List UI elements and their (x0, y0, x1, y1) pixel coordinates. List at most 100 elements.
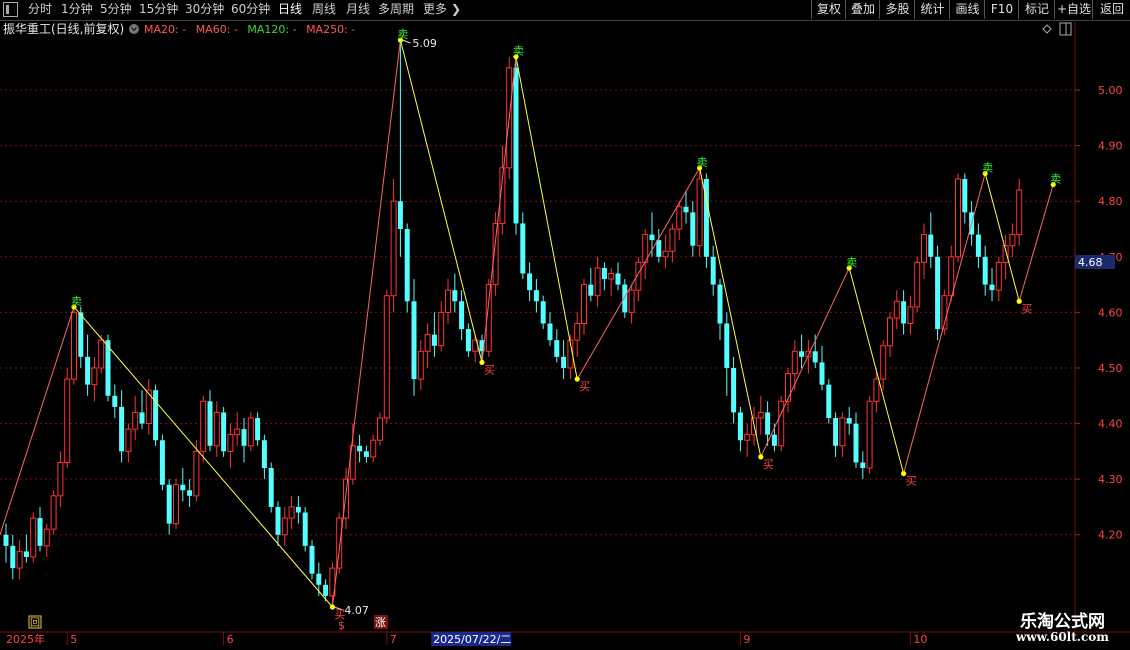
candle-body (1009, 234, 1016, 247)
buy-signal: 买 (1021, 302, 1032, 315)
candle-body (975, 234, 981, 257)
period-tab-6[interactable]: 日线 (278, 1, 302, 18)
period-tab-8[interactable]: 月线 (346, 1, 370, 18)
candle-body (452, 290, 458, 302)
candle-body (234, 428, 241, 436)
candle-body (377, 417, 383, 441)
candle-body (955, 178, 961, 258)
candle-body (316, 573, 322, 585)
candle-body (445, 289, 451, 313)
period-tab-3[interactable]: 15分钟 (139, 1, 178, 18)
buy-signal: 买 (579, 380, 590, 393)
chevron-right-icon[interactable]: ❯ (451, 1, 461, 18)
toolbar-button-5[interactable]: F10 (984, 0, 1019, 19)
toolbar-button-4[interactable]: 画线 (949, 0, 985, 19)
candle-body (799, 351, 805, 357)
candle-body (785, 373, 791, 402)
period-tab-2[interactable]: 5分钟 (100, 1, 132, 18)
candle-body (221, 412, 227, 452)
period-tab-5[interactable]: 60分钟 (231, 1, 270, 18)
candles (3, 40, 1023, 607)
candle-body (288, 506, 295, 519)
candle-body (860, 462, 866, 469)
candle-body (383, 295, 390, 419)
candle-body (390, 200, 397, 297)
candle-body (527, 273, 533, 291)
dollar-marker: $ (338, 619, 345, 632)
candle-body (255, 418, 261, 441)
period-tab-7[interactable]: 周线 (312, 1, 336, 18)
buy-signal: 买 (906, 475, 917, 488)
ma20-label: MA20: - (144, 23, 186, 36)
candle-body (187, 490, 193, 496)
candle-body (608, 272, 615, 280)
info-toggle-icon[interactable] (129, 24, 139, 34)
price-label: 4.07 (344, 604, 369, 617)
toolbar-button-8[interactable]: 返回 (1092, 0, 1130, 19)
watermark-title: 乐淘公式网 (1020, 612, 1105, 632)
zigzag-lines (0, 39, 1054, 608)
menu-square-icon[interactable] (3, 2, 18, 17)
candle-body (213, 411, 220, 447)
toolbar-button-2[interactable]: 多股 (879, 0, 915, 19)
x-tick-label: 10 (913, 633, 927, 646)
candle-body (43, 528, 50, 547)
x-tick-label: 6 (227, 633, 234, 646)
candle-body (173, 484, 179, 525)
candle-body (281, 517, 288, 536)
candle-body (683, 206, 689, 213)
sell-signal: 卖 (1050, 173, 1061, 186)
period-tab-10[interactable]: 更多 (423, 1, 447, 18)
sell-signal: 卖 (71, 295, 82, 308)
candle-body (628, 289, 635, 313)
candle-body (139, 412, 145, 424)
zigzag-segment (1018, 184, 1054, 302)
candle-body (417, 350, 424, 380)
period-tab-9[interactable]: 多周期 (378, 1, 414, 18)
y-tick-label: 4.20 (1098, 529, 1123, 542)
candle-body (119, 406, 125, 452)
diamond-icon[interactable] (1042, 24, 1052, 34)
candle-body (594, 267, 601, 297)
candle-body (731, 367, 737, 413)
candle-body (724, 323, 730, 368)
candle-body (64, 378, 71, 463)
candle-body (737, 412, 743, 441)
candle-body (622, 284, 628, 313)
candle-body (846, 418, 852, 424)
ma-legend: MA20: - MA60: - MA120: - MA250: - (144, 23, 355, 36)
x-tick-label: 7 (390, 633, 397, 646)
candle-body (465, 329, 471, 352)
toolbar-button-7[interactable]: +自选 (1054, 0, 1093, 19)
candle-body (112, 395, 118, 407)
candle-body (397, 201, 403, 229)
candle-body (125, 428, 132, 452)
chart[interactable]: 卖买卖买卖买卖买卖买卖买卖 5.094.07 4.204.304.404.504… (0, 0, 1130, 650)
toolbar-button-0[interactable]: 复权 (811, 0, 846, 19)
candle-body (10, 545, 16, 569)
candle-body (37, 518, 43, 546)
candle-body (778, 400, 785, 447)
candle-body (1016, 189, 1023, 236)
candle-body (30, 517, 37, 558)
candle-body (193, 450, 200, 497)
candle-body (159, 440, 165, 485)
toolbar-button-3[interactable]: 统计 (914, 0, 950, 19)
candle-body (995, 261, 1002, 291)
candle-body (588, 284, 594, 296)
sell-signal: 卖 (982, 161, 993, 174)
toolbar-button-1[interactable]: 叠加 (845, 0, 880, 19)
sell-signal: 卖 (397, 28, 408, 41)
candle-body (357, 445, 363, 452)
period-tab-1[interactable]: 1分钟 (61, 1, 93, 18)
candle-body (982, 256, 988, 285)
toolbar-button-6[interactable]: 标记 (1018, 0, 1055, 19)
candle-body (554, 340, 560, 357)
candle-body (710, 256, 716, 285)
candle-body (336, 517, 343, 569)
period-tab-0[interactable]: 分时 (28, 1, 52, 18)
candle-body (873, 378, 880, 402)
period-tab-4[interactable]: 30分钟 (185, 1, 224, 18)
y-tick-label: 5.00 (1098, 84, 1123, 97)
candle-body (85, 356, 91, 385)
